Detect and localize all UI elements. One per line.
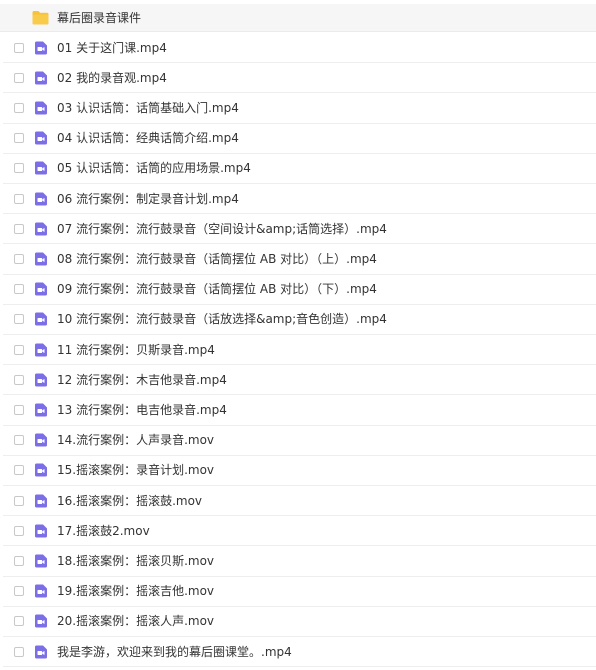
file-row[interactable]: 17.摇滚鼓2.mov bbox=[3, 516, 596, 547]
file-name: 17.摇滚鼓2.mov bbox=[57, 523, 150, 538]
video-file-icon bbox=[34, 41, 48, 55]
file-row[interactable]: 05 认识话筒：话筒的应用场景.mp4 bbox=[3, 154, 596, 184]
row-checkbox[interactable] bbox=[14, 616, 24, 627]
video-file-icon bbox=[34, 71, 48, 85]
row-checkbox[interactable] bbox=[14, 465, 24, 476]
video-file-icon bbox=[34, 312, 48, 326]
video-file-icon bbox=[34, 645, 48, 659]
video-file-icon bbox=[34, 373, 48, 387]
file-row[interactable]: 20.摇滚案例：摇滚人声.mov bbox=[3, 607, 596, 637]
file-row[interactable]: 14.流行案例：人声录音.mov bbox=[3, 426, 596, 456]
row-checkbox[interactable] bbox=[14, 42, 24, 53]
file-name: 14.流行案例：人声录音.mov bbox=[57, 433, 215, 448]
file-name: 07 流行案例：流行鼓录音（空间设计&amp;话筒选择）.mp4 bbox=[57, 221, 387, 236]
file-name: 15.摇滚案例：录音计划.mov bbox=[57, 463, 215, 478]
file-name: 20.摇滚案例：摇滚人声.mov bbox=[57, 614, 215, 629]
row-checkbox[interactable] bbox=[14, 133, 24, 144]
row-checkbox[interactable] bbox=[14, 193, 24, 204]
row-checkbox[interactable] bbox=[14, 525, 24, 536]
row-checkbox[interactable] bbox=[14, 72, 24, 83]
row-checkbox[interactable] bbox=[14, 284, 24, 295]
file-name: 09 流行案例：流行鼓录音（话筒摆位 AB 对比）（下）.mp4 bbox=[57, 282, 377, 297]
row-checkbox[interactable] bbox=[14, 495, 24, 506]
file-list: 幕后圈录音课件 01 关于这门课.mp4 02 我的录音观.mp4 03 认识话筒：… bbox=[0, 0, 596, 670]
file-name: 16.摇滚案例：摇滚鼓.mov bbox=[57, 493, 203, 508]
file-row[interactable]: 11 流行案例：贝斯录音.mp4 bbox=[3, 335, 596, 366]
file-name: 05 认识话筒：话筒的应用场景.mp4 bbox=[57, 161, 251, 176]
file-name: 11 流行案例：贝斯录音.mp4 bbox=[57, 342, 215, 357]
folder-icon bbox=[32, 10, 49, 25]
video-file-icon bbox=[34, 282, 48, 296]
video-file-icon bbox=[34, 161, 48, 175]
file-name: 01 关于这门课.mp4 bbox=[57, 40, 167, 55]
video-file-icon bbox=[34, 403, 48, 417]
file-name: 10 流行案例：流行鼓录音（话放选择&amp;音色创造）.mp4 bbox=[57, 312, 387, 327]
file-row[interactable]: 01 关于这门课.mp4 bbox=[3, 33, 596, 64]
row-checkbox[interactable] bbox=[14, 102, 24, 113]
row-checkbox[interactable] bbox=[14, 314, 24, 325]
video-file-icon bbox=[34, 524, 48, 538]
row-checkbox[interactable] bbox=[14, 163, 24, 174]
file-name: 12 流行案例：木吉他录音.mp4 bbox=[57, 372, 227, 387]
video-file-icon bbox=[34, 131, 48, 145]
video-file-icon bbox=[34, 494, 48, 508]
video-file-icon bbox=[34, 101, 48, 115]
file-row[interactable]: 12 流行案例：木吉他录音.mp4 bbox=[3, 365, 596, 396]
video-file-icon bbox=[34, 554, 48, 568]
video-file-icon bbox=[34, 463, 48, 477]
file-name: 13 流行案例：电吉他录音.mp4 bbox=[57, 402, 227, 417]
row-checkbox[interactable] bbox=[14, 374, 24, 385]
file-row[interactable]: 08 流行案例：流行鼓录音（话筒摆位 AB 对比）（上）.mp4 bbox=[3, 244, 596, 275]
file-name: 08 流行案例：流行鼓录音（话筒摆位 AB 对比）（上）.mp4 bbox=[57, 251, 377, 266]
row-checkbox[interactable] bbox=[14, 404, 24, 415]
folder-row[interactable]: 幕后圈录音课件 bbox=[0, 4, 596, 32]
file-row[interactable]: 19.摇滚案例：摇滚吉他.mov bbox=[3, 577, 596, 607]
file-name: 06 流行案例：制定录音计划.mp4 bbox=[57, 191, 239, 206]
row-checkbox[interactable] bbox=[14, 253, 24, 264]
file-name: 03 认识话筒：话筒基础入门.mp4 bbox=[57, 100, 239, 115]
folder-name: 幕后圈录音课件 bbox=[57, 10, 142, 25]
file-row[interactable]: 07 流行案例：流行鼓录音（空间设计&amp;话筒选择）.mp4 bbox=[3, 214, 596, 245]
video-file-icon bbox=[34, 343, 48, 357]
video-file-icon bbox=[34, 192, 48, 206]
row-checkbox[interactable] bbox=[14, 555, 24, 566]
video-file-icon bbox=[34, 614, 48, 628]
file-row[interactable]: 03 认识话筒：话筒基础入门.mp4 bbox=[3, 93, 596, 124]
file-row[interactable]: 16.摇滚案例：摇滚鼓.mov bbox=[3, 486, 596, 517]
row-checkbox[interactable] bbox=[14, 646, 24, 657]
file-row[interactable]: 09 流行案例：流行鼓录音（话筒摆位 AB 对比）（下）.mp4 bbox=[3, 275, 596, 305]
video-file-icon bbox=[34, 433, 48, 447]
row-checkbox[interactable] bbox=[14, 223, 24, 234]
file-row[interactable]: 02 我的录音观.mp4 bbox=[3, 63, 596, 94]
file-row[interactable]: 15.摇滚案例：录音计划.mov bbox=[3, 456, 596, 486]
file-name: 18.摇滚案例：摇滚贝斯.mov bbox=[57, 553, 215, 568]
file-row[interactable]: 18.摇滚案例：摇滚贝斯.mov bbox=[3, 546, 596, 577]
file-name: 02 我的录音观.mp4 bbox=[57, 70, 167, 85]
file-row[interactable]: 13 流行案例：电吉他录音.mp4 bbox=[3, 395, 596, 426]
file-name: 04 认识话筒：经典话筒介绍.mp4 bbox=[57, 131, 239, 146]
file-name: 我是李游，欢迎来到我的幕后圈课堂。.mp4 bbox=[57, 644, 292, 659]
row-checkbox[interactable] bbox=[14, 435, 24, 446]
video-file-icon bbox=[34, 252, 48, 266]
row-checkbox[interactable] bbox=[14, 586, 24, 597]
video-file-icon bbox=[34, 584, 48, 598]
video-file-icon bbox=[34, 222, 48, 236]
file-row[interactable]: 我是李游，欢迎来到我的幕后圈课堂。.mp4 bbox=[3, 637, 596, 668]
row-checkbox[interactable] bbox=[14, 344, 24, 355]
file-row[interactable]: 04 认识话筒：经典话筒介绍.mp4 bbox=[3, 124, 596, 154]
file-row[interactable]: 10 流行案例：流行鼓录音（话放选择&amp;音色创造）.mp4 bbox=[3, 305, 596, 335]
file-name: 19.摇滚案例：摇滚吉他.mov bbox=[57, 584, 215, 599]
file-row[interactable]: 06 流行案例：制定录音计划.mp4 bbox=[3, 184, 596, 215]
